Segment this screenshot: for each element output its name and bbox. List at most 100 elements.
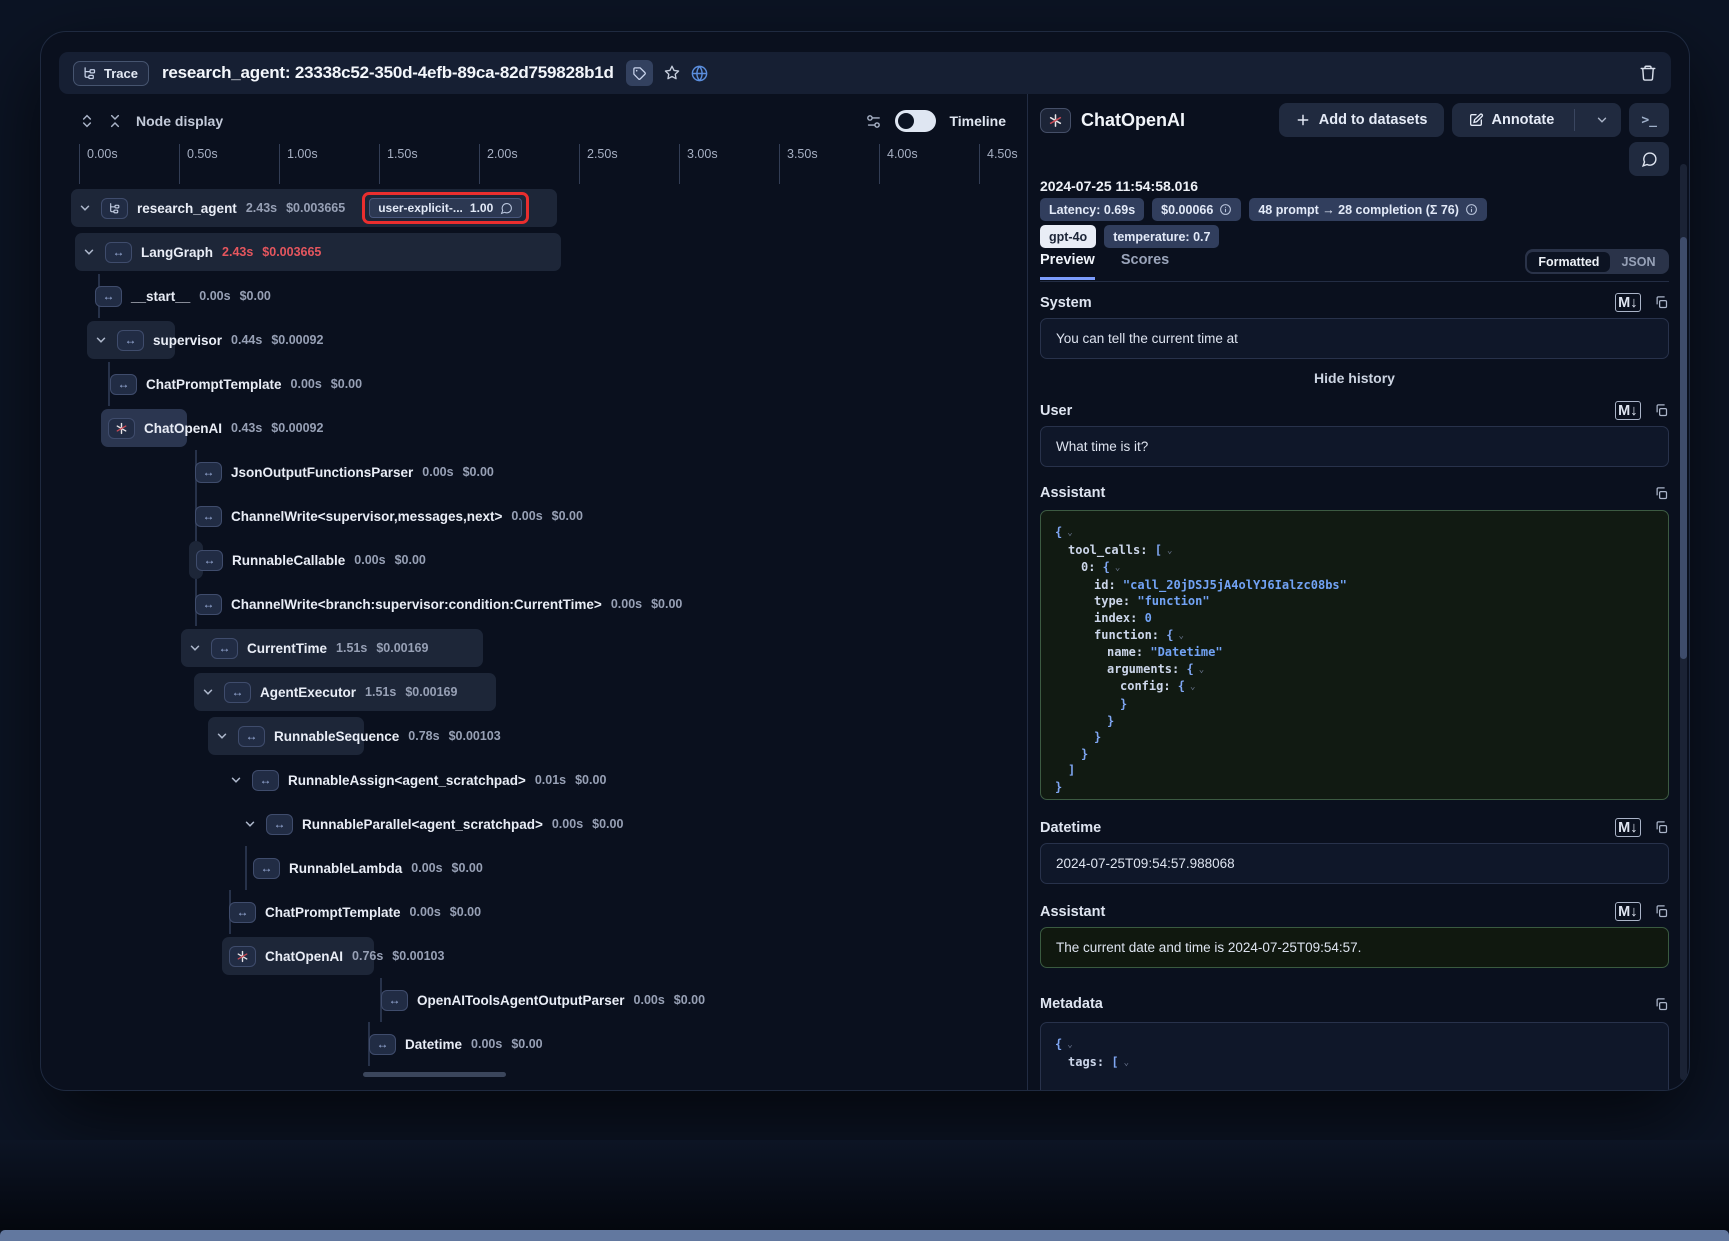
node-display-bar: Node display Timeline [41,106,1026,136]
ruler-tick: 1.50s [379,144,380,184]
feedback-badge[interactable]: user-explicit-...1.00 [369,198,522,218]
tree-node-RunnableParallel<agent_scratchpad>[interactable]: ↔RunnableParallel<agent_scratchpad>0.00s… [41,802,1026,846]
collapse-chevron-icon[interactable]: ⌄ [1115,560,1120,577]
delete-button[interactable] [1639,64,1657,82]
code-line: tags: [⌄ [1055,1054,1654,1072]
chevron-down-icon[interactable] [215,729,229,743]
copy-icon[interactable] [1654,403,1669,418]
tab-scores[interactable]: Scores [1121,252,1169,280]
timeline-ruler: 0.00s0.50s1.00s1.50s2.00s2.50s3.00s3.50s… [41,144,1026,186]
runnable-node-icon: ↔ [224,682,251,703]
node-label: RunnableCallable [232,553,345,568]
tree-guide-line [245,846,247,890]
tree-node-ChatOpenAI[interactable]: ChatOpenAI0.76s$0.00103 [41,934,1026,978]
tree-node-ChannelWrite<branch:supervisor:condition:CurrentTime>[interactable]: ↔ChannelWrite<branch:supervisor:conditio… [41,582,1026,626]
chevron-down-icon[interactable] [201,685,215,699]
format-json[interactable]: JSON [1610,252,1666,272]
trace-badge-label: Trace [104,66,138,81]
node-cost: $0.00 [552,509,583,523]
copy-icon[interactable] [1654,997,1669,1012]
markdown-icon[interactable]: M↓ [1615,401,1641,420]
node-label: supervisor [153,333,222,348]
copy-icon[interactable] [1654,904,1669,919]
copy-icon[interactable] [1654,820,1669,835]
info-icon [1219,203,1232,216]
collapse-chevron-icon[interactable]: ⌄ [1167,543,1172,560]
code-line: type: "function" [1055,593,1654,610]
code-line: } [1055,746,1654,763]
ruler-tick: 2.50s [579,144,580,184]
format-formatted[interactable]: Formatted [1527,252,1610,272]
timeline-toggle[interactable] [895,110,936,132]
annotate-button[interactable]: Annotate [1452,103,1622,137]
node-label: RunnableLambda [289,861,402,876]
tree-node-JsonOutputFunctionsParser[interactable]: ↔JsonOutputFunctionsParser0.00s$0.00 [41,450,1026,494]
annotate-dropdown[interactable] [1583,113,1621,127]
trace-tree-panel: Node display Timeline 0.00s0.50s1.00s1.5… [41,94,1026,1090]
tree-node-Datetime[interactable]: ↔Datetime0.00s$0.00 [41,1022,1026,1066]
copy-icon[interactable] [1654,295,1669,310]
tree-node-RunnableSequence[interactable]: ↔RunnableSequence0.78s$0.00103 [41,714,1026,758]
tree-node-AgentExecutor[interactable]: ↔AgentExecutor1.51s$0.00169 [41,670,1026,714]
chevron-down-icon[interactable] [94,333,108,347]
tree-node-CurrentTime[interactable]: ↔CurrentTime1.51s$0.00169 [41,626,1026,670]
markdown-icon[interactable]: M↓ [1615,902,1641,921]
add-to-datasets-button[interactable]: Add to datasets [1279,103,1444,137]
chevron-down-icon[interactable] [229,773,243,787]
node-duration: 2.43s [222,245,253,259]
share-globe-button[interactable] [690,64,709,83]
node-label: research_agent [137,201,237,216]
collapse-chevron-icon[interactable]: ⌄ [1190,679,1195,696]
tree-node-RunnableCallable[interactable]: ↔RunnableCallable0.00s$0.00 [41,538,1026,582]
chevron-down-icon[interactable] [82,245,96,259]
markdown-icon[interactable]: M↓ [1615,818,1641,837]
annotation-highlight: user-explicit-...1.00 [362,192,529,224]
feedback-bubble-icon [500,202,513,215]
tree-node-__start__[interactable]: ↔__start__0.00s$0.00 [41,274,1026,318]
display-settings-icon[interactable] [865,113,882,130]
chevron-down-icon[interactable] [78,201,92,215]
chevron-down-icon[interactable] [243,817,257,831]
markdown-icon[interactable]: M↓ [1615,293,1641,312]
playground-button[interactable]: >_ [1629,103,1669,137]
tree-node-ChatPromptTemplate[interactable]: ↔ChatPromptTemplate0.00s$0.00 [41,890,1026,934]
tokens-badge[interactable]: 48 prompt → 28 completion (Σ 76) [1249,198,1487,221]
tree-node-research_agent[interactable]: research_agent2.43s$0.003665user-explici… [41,186,1026,230]
code-line: config: {⌄ [1055,678,1654,696]
collapse-chevron-icon[interactable]: ⌄ [1067,1037,1072,1054]
collapse-chevron-icon[interactable]: ⌄ [1067,525,1072,542]
runnable-node-icon: ↔ [195,462,222,483]
copy-icon[interactable] [1654,486,1669,501]
temperature-badge: temperature: 0.7 [1104,225,1219,248]
horizontal-scrollbar[interactable] [363,1072,506,1077]
tree-node-OpenAIToolsAgentOutputParser[interactable]: ↔OpenAIToolsAgentOutputParser0.00s$0.00 [41,978,1026,1022]
tree-node-RunnableLambda[interactable]: ↔RunnableLambda0.00s$0.00 [41,846,1026,890]
cost-badge[interactable]: $0.00066 [1152,198,1241,221]
expand-all-icon[interactable] [79,113,95,129]
tag-button[interactable] [626,60,653,86]
collapse-chevron-icon[interactable]: ⌄ [1124,1055,1129,1072]
chevron-down-icon[interactable] [188,641,202,655]
hide-history-button[interactable]: Hide history [1040,370,1669,386]
tree-node-ChannelWrite<supervisor,messages,next>[interactable]: ↔ChannelWrite<supervisor,messages,next>0… [41,494,1026,538]
metadata-section-header: Metadata [1040,996,1669,1012]
node-cost: $0.003665 [286,201,345,215]
node-duration: 0.00s [611,597,642,611]
tree-node-LangGraph[interactable]: ↔LangGraph2.43s$0.003665 [41,230,1026,274]
star-button[interactable] [663,64,681,82]
tree-node-RunnableAssign<agent_scratchpad>[interactable]: ↔RunnableAssign<agent_scratchpad>0.01s$0… [41,758,1026,802]
collapse-all-icon[interactable] [107,113,123,129]
tree-node-ChatOpenAI[interactable]: ChatOpenAI0.43s$0.00092 [41,406,1026,450]
node-label: RunnableParallel<agent_scratchpad> [302,817,543,832]
collapse-chevron-icon[interactable]: ⌄ [1178,628,1183,645]
collapse-chevron-icon[interactable]: ⌄ [1199,662,1204,679]
tabs-divider [1040,281,1669,282]
tree-node-ChatPromptTemplate[interactable]: ↔ChatPromptTemplate0.00s$0.00 [41,362,1026,406]
tree-node-supervisor[interactable]: ↔supervisor0.44s$0.00092 [41,318,1026,362]
assistant-label: Assistant [1040,485,1105,501]
tab-preview[interactable]: Preview [1040,252,1095,280]
feedback-chat-button[interactable] [1629,142,1669,176]
runnable-node-icon: ↔ [252,770,279,791]
vertical-scrollbar[interactable] [1680,164,1687,1080]
node-cost: $0.00 [651,597,682,611]
